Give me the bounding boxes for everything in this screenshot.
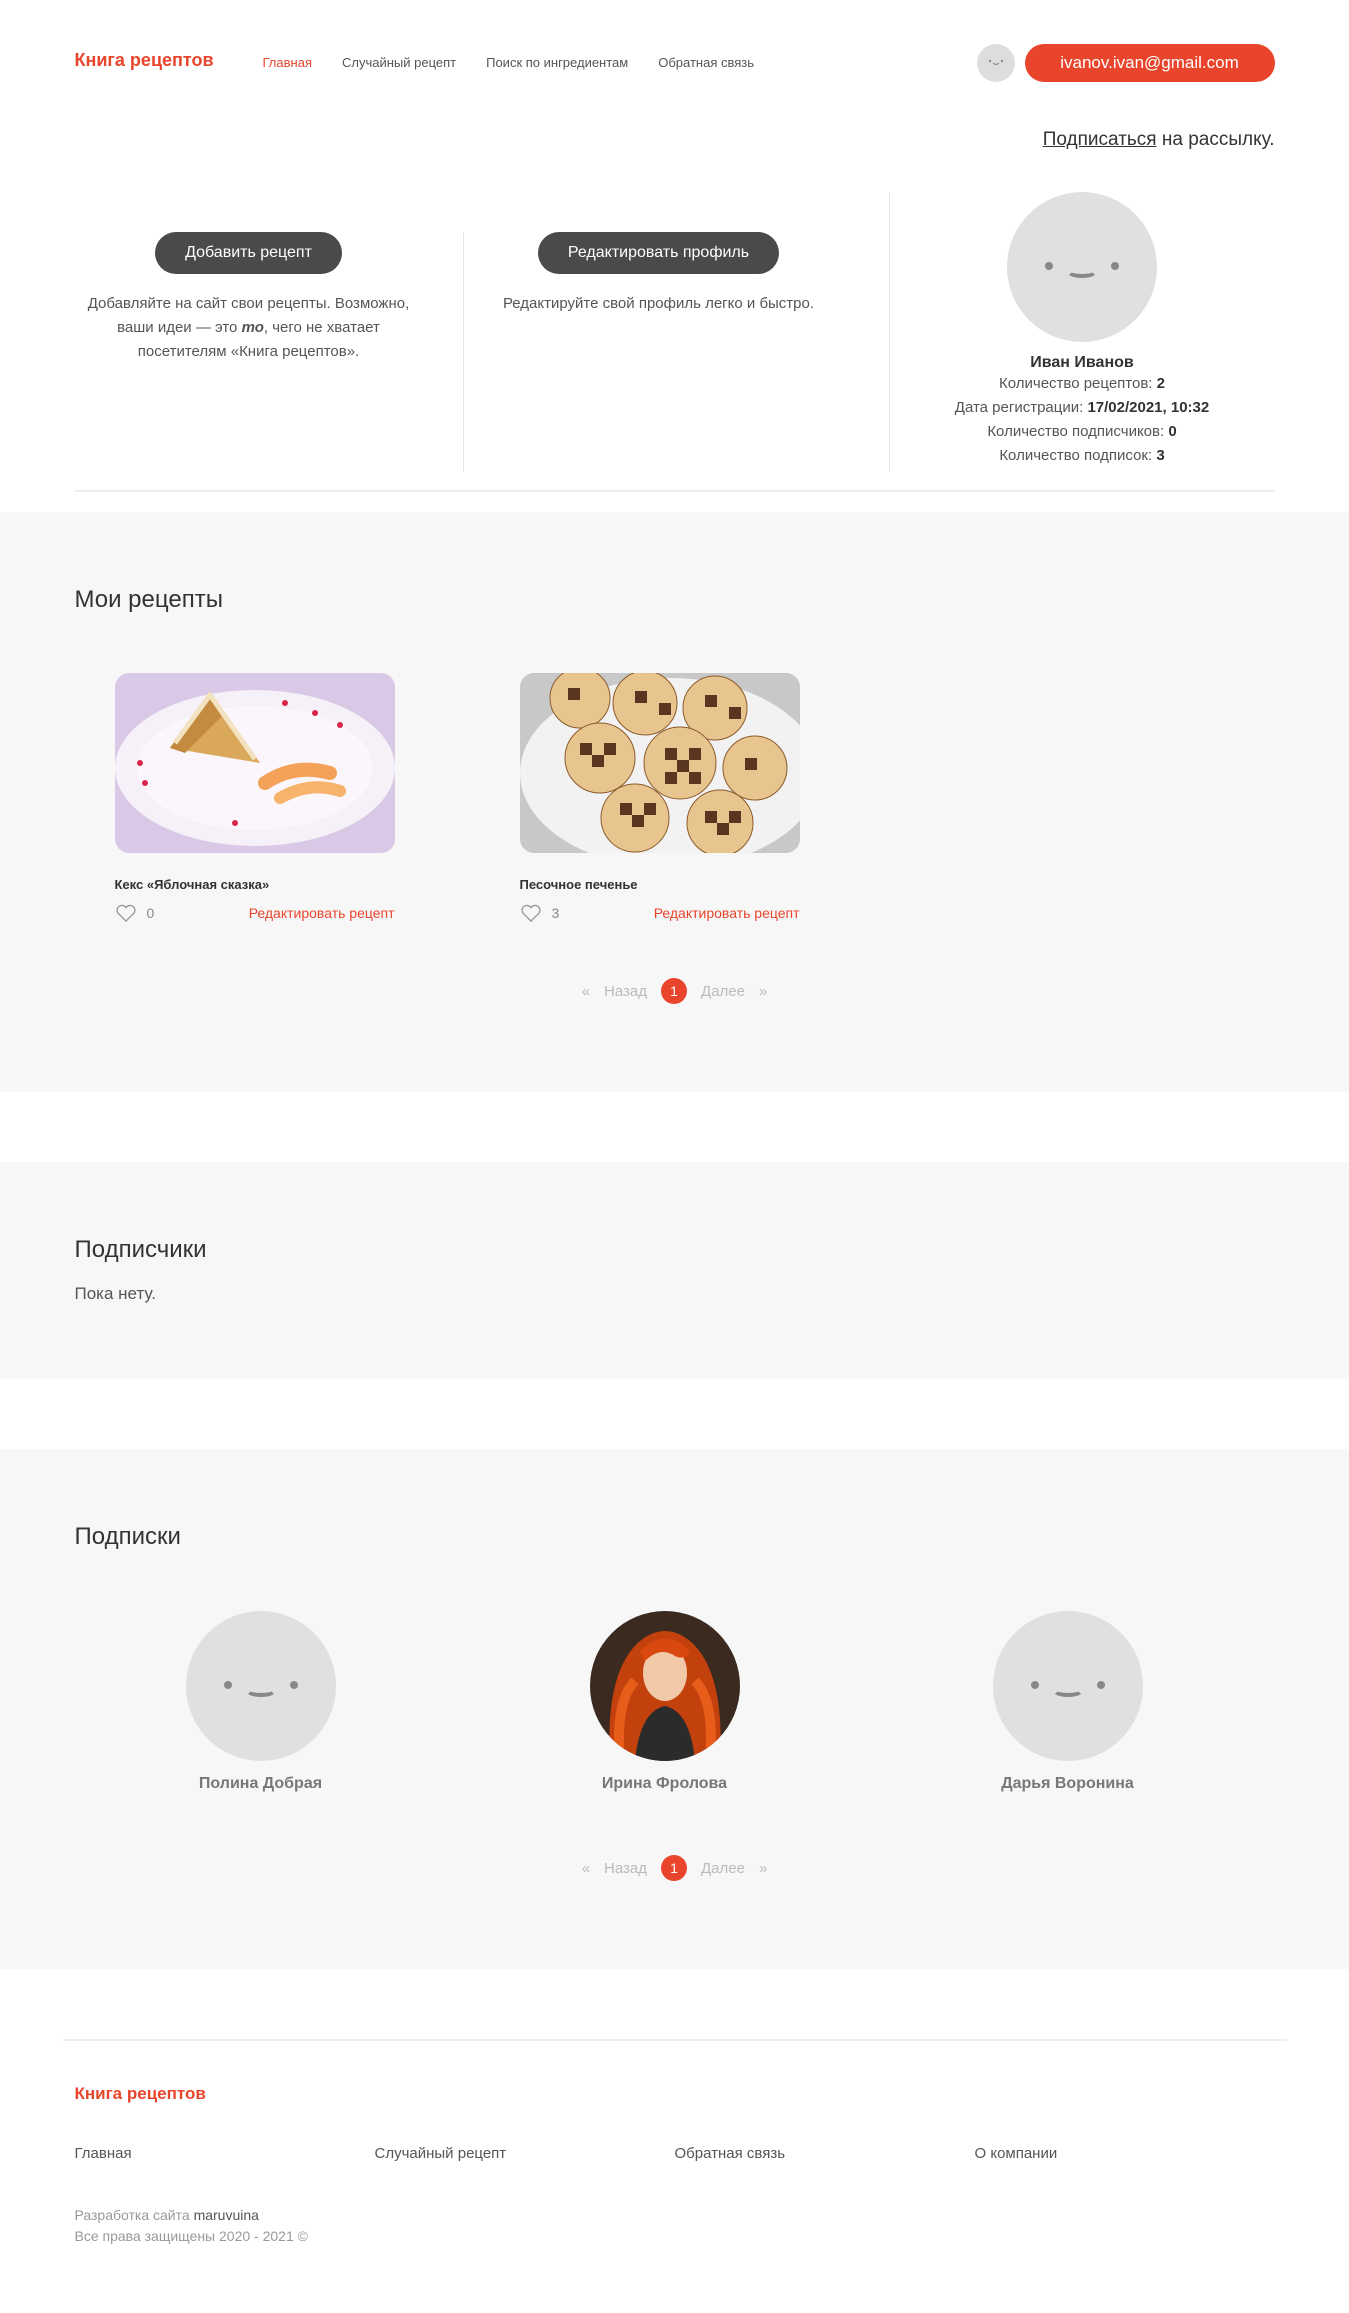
my-recipes-title: Мои рецепты <box>74 586 223 613</box>
pager-next[interactable]: Далее <box>701 1860 745 1877</box>
rights-text: Все права защищены 2020 - 2021 © <box>74 2228 308 2244</box>
site-header: Книга рецептов Главная Случайный рецепт … <box>75 0 1275 124</box>
avatar-smile <box>1066 264 1098 278</box>
heart-icon[interactable] <box>520 904 542 922</box>
edit-profile-button[interactable]: Редактировать профиль <box>537 232 780 274</box>
recipe-meta: 3 Редактировать рецепт <box>520 904 800 922</box>
likes-count: 0 <box>146 905 155 921</box>
add-desc-emphasis: то <box>241 319 264 336</box>
add-recipe-column: Добавить рецепт Добавляйте на сайт свои … <box>75 232 423 364</box>
footer-nav-home[interactable]: Главная <box>75 2145 375 2162</box>
cake-image <box>114 673 395 853</box>
nav-ingredient-search[interactable]: Поиск по ингредиентам <box>486 55 628 70</box>
add-desc-line2a: ваши идеи — это <box>117 319 242 336</box>
smiley-icon <box>988 59 1003 66</box>
recipe-meta: 0 Редактировать рецепт <box>115 904 395 922</box>
pager-next[interactable]: Далее <box>701 983 745 1000</box>
user-name: Иван Иванов <box>1030 354 1134 371</box>
dev-label: Разработка сайта <box>74 2207 194 2223</box>
recipe-title[interactable]: Песочное печенье <box>520 877 800 892</box>
person-avatar[interactable] <box>992 1611 1143 1761</box>
user-avatar-small[interactable] <box>976 44 1015 82</box>
avatar-eye <box>1045 262 1053 270</box>
pager-current[interactable]: 1 <box>661 1855 688 1881</box>
add-desc-line3: посетителям «Книга рецептов». <box>137 343 360 360</box>
recipes-pagination: « Назад 1 Далее » <box>75 978 1275 1004</box>
avatar-eye <box>1030 1681 1039 1689</box>
pager-first[interactable]: « <box>582 983 590 1000</box>
stat-subscriptions: Количество подписок: 3 <box>999 447 1165 464</box>
subscriptions-title: Подписки <box>74 1523 181 1550</box>
user-info-column: Иван Иванов Количество рецептов: 2 Дата … <box>890 192 1275 468</box>
edit-recipe-link[interactable]: Редактировать рецепт <box>249 905 395 921</box>
person-name[interactable]: Дарья Воронина <box>968 1775 1168 1793</box>
recipe-title[interactable]: Кекс «Яблочная сказка» <box>115 877 395 892</box>
subscription-person[interactable]: Ирина Фролова <box>565 1611 765 1793</box>
person-avatar-photo[interactable] <box>589 1611 740 1761</box>
recipe-image-cookies[interactable] <box>519 673 800 853</box>
recipe-image-cake[interactable] <box>114 673 395 853</box>
stat-registration: Дата регистрации: 17/02/2021, 10:32 <box>954 399 1210 416</box>
subscriptions-pagination: « Назад 1 Далее » <box>75 1855 1275 1881</box>
site-footer: Книга рецептов Главная Случайный рецепт … <box>62 1969 1287 2299</box>
person-avatar[interactable] <box>185 1611 336 1761</box>
pager-last[interactable]: » <box>759 1860 767 1877</box>
footer-nav-random[interactable]: Случайный рецепт <box>375 2145 675 2162</box>
subscribers-title: Подписчики <box>74 1236 207 1263</box>
add-recipe-description: Добавляйте на сайт свои рецепты. Возможн… <box>75 292 423 364</box>
pager-prev[interactable]: Назад <box>604 1860 647 1877</box>
edit-recipe-link[interactable]: Редактировать рецепт <box>654 905 800 921</box>
nav-random-recipe[interactable]: Случайный рецепт <box>342 55 456 70</box>
dev-author-link[interactable]: maruvuina <box>194 2207 259 2223</box>
newsletter-line: Подписаться на рассылку. <box>1043 129 1275 151</box>
add-desc-line2c: , чего не хватает <box>263 319 380 336</box>
pager-current[interactable]: 1 <box>661 978 688 1004</box>
subscribe-link[interactable]: Подписаться <box>1043 129 1157 150</box>
avatar-eye <box>289 1681 298 1689</box>
subscription-person[interactable]: Полина Добрая <box>161 1611 361 1793</box>
avatar-smile <box>1051 1683 1084 1697</box>
likes-count: 3 <box>551 905 560 921</box>
avatar-smile <box>244 1683 277 1697</box>
pager-last[interactable]: » <box>759 983 767 1000</box>
user-avatar <box>1007 192 1157 342</box>
recipe-card[interactable]: Кекс «Яблочная сказка» 0 Редактировать р… <box>114 673 395 922</box>
add-recipe-button[interactable]: Добавить рецепт <box>155 232 342 274</box>
person-name[interactable]: Ирина Фролова <box>565 1775 765 1793</box>
pager-prev[interactable]: Назад <box>604 983 647 1000</box>
avatar-eye <box>1111 262 1119 270</box>
newsletter-text: на рассылку. <box>1156 129 1275 150</box>
heart-icon[interactable] <box>115 904 137 922</box>
main-nav: Главная Случайный рецепт Поиск по ингред… <box>263 55 755 70</box>
my-recipes-section: Мои рецепты Кекс «Яблочная сказка» 0 Ред… <box>0 512 1349 1092</box>
site-logo[interactable]: Книга рецептов <box>75 50 214 71</box>
pager-first[interactable]: « <box>582 1860 590 1877</box>
edit-profile-column: Редактировать профиль Редактируйте свой … <box>463 232 855 316</box>
avatar-eye <box>223 1681 232 1689</box>
subscriptions-section: Подписки Полина Добрая Ирина Фролова Дар… <box>0 1449 1349 1969</box>
subscription-person[interactable]: Дарья Воронина <box>968 1611 1168 1793</box>
footer-nav-about[interactable]: О компании <box>975 2145 1275 2162</box>
subscribers-empty: Пока нету. <box>74 1284 156 1303</box>
person-photo <box>589 1611 740 1761</box>
footer-copyright: Разработка сайта maruvuina Все права защ… <box>75 2205 308 2247</box>
recipe-card[interactable]: Песочное печенье 3 Редактировать рецепт <box>519 673 800 922</box>
subscribers-section: Подписчики Пока нету. <box>0 1162 1349 1379</box>
footer-logo[interactable]: Книга рецептов <box>75 2084 206 2104</box>
stat-recipes: Количество рецептов: 2 <box>999 375 1165 392</box>
nav-feedback[interactable]: Обратная связь <box>658 55 754 70</box>
person-name[interactable]: Полина Добрая <box>161 1775 361 1793</box>
profile-section: Подписаться на рассылку. Добавить рецепт… <box>74 124 1275 492</box>
user-email-button[interactable]: ivanov.ivan@gmail.com <box>1024 44 1275 82</box>
footer-nav-feedback[interactable]: Обратная связь <box>675 2145 975 2162</box>
footer-nav: Главная Случайный рецепт Обратная связь … <box>75 2145 1275 2162</box>
add-desc-line1: Добавляйте на сайт свои рецепты. Возможн… <box>87 295 410 312</box>
stat-subscribers: Количество подписчиков: 0 <box>987 423 1177 440</box>
footer-divider <box>62 2039 1287 2041</box>
nav-home[interactable]: Главная <box>263 55 312 70</box>
edit-profile-description: Редактируйте свой профиль легко и быстро… <box>502 295 815 312</box>
cookies-image <box>519 673 800 853</box>
avatar-eye <box>1096 1681 1105 1689</box>
